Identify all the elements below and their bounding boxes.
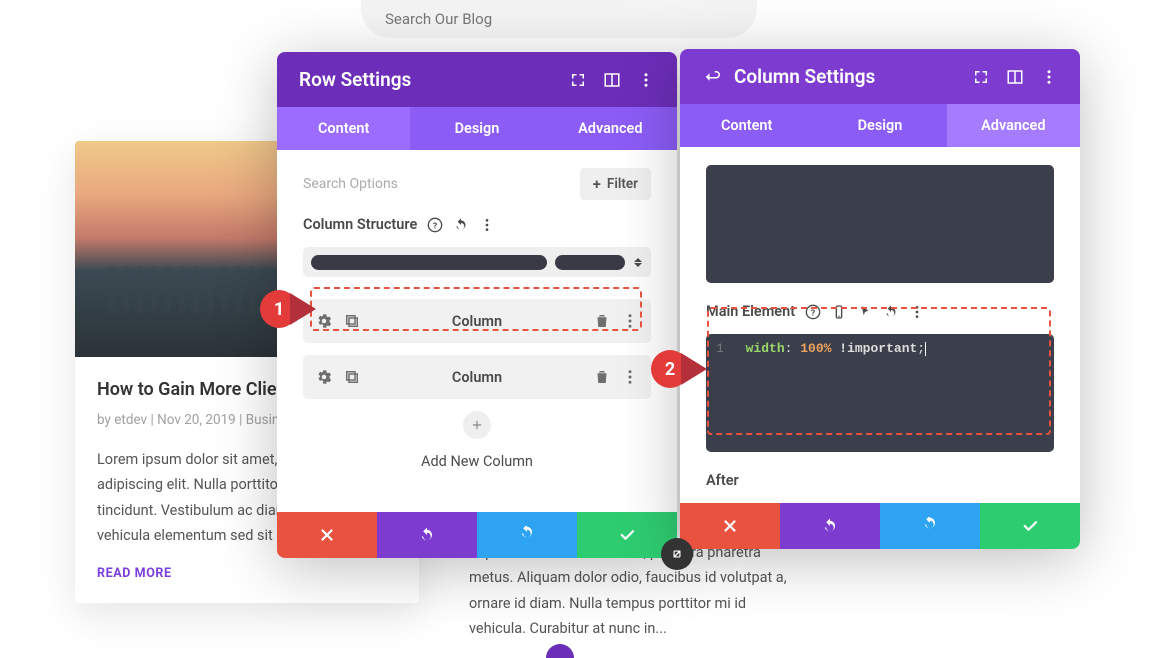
- col-panel-title: Column Settings: [734, 65, 958, 88]
- snap-icon[interactable]: [569, 71, 587, 89]
- annotation-callout-2: 2: [651, 350, 707, 388]
- help-icon[interactable]: ?: [427, 217, 443, 233]
- phone-icon[interactable]: [831, 304, 847, 320]
- filter-button[interactable]: + Filter: [580, 168, 651, 200]
- kebab-menu-icon[interactable]: [479, 217, 495, 233]
- reset-icon[interactable]: [453, 217, 469, 233]
- row-panel-header[interactable]: Row Settings: [277, 52, 677, 107]
- column-item-2[interactable]: Column: [303, 355, 651, 399]
- trash-icon[interactable]: [593, 368, 611, 386]
- row-tabs: Content Design Advanced: [277, 107, 677, 150]
- row-settings-panel: Row Settings Content Design Advanced Sea…: [277, 52, 677, 558]
- arrow-icon: [290, 293, 316, 325]
- search-placeholder: Search Our Blog: [385, 10, 492, 28]
- trash-icon[interactable]: [593, 312, 611, 330]
- column-settings-panel: Column Settings Content Design Advanced …: [680, 49, 1080, 549]
- col-panel-header[interactable]: Column Settings: [680, 49, 1080, 104]
- row-panel-body: Search Options + Filter Column Structure…: [277, 150, 677, 512]
- blog-search-input[interactable]: Search Our Blog: [361, 0, 757, 38]
- column-label: Column: [371, 369, 583, 386]
- snap-icon[interactable]: [972, 68, 990, 86]
- duplicate-icon[interactable]: [343, 312, 361, 330]
- redo-button[interactable]: [880, 503, 980, 549]
- structure-bar-wide: [311, 255, 547, 270]
- svg-text:?: ?: [433, 221, 437, 231]
- col-tabs: Content Design Advanced: [680, 104, 1080, 147]
- row-panel-title: Row Settings: [299, 68, 555, 91]
- tab-design[interactable]: Design: [410, 107, 543, 150]
- tab-design[interactable]: Design: [813, 104, 946, 147]
- plus-icon: +: [593, 175, 601, 193]
- annotation-callout-1: 1: [260, 290, 316, 328]
- kebab-menu-icon[interactable]: [1040, 68, 1058, 86]
- add-column-label: Add New Column: [303, 453, 651, 470]
- undo-button[interactable]: [780, 503, 880, 549]
- post-date: Nov 20, 2019: [157, 412, 236, 428]
- arrow-icon: [681, 353, 707, 385]
- cancel-button[interactable]: [680, 503, 780, 549]
- svg-text:?: ?: [811, 308, 815, 318]
- help-icon[interactable]: ?: [805, 304, 821, 320]
- text-caret: [925, 342, 926, 356]
- column-structure-label: Column Structure: [303, 216, 417, 233]
- row-panel-footer: [277, 512, 677, 558]
- structure-bar-narrow: [555, 255, 625, 270]
- col-panel-body: Main Element ? 1 width: 100% !important;…: [680, 147, 1080, 503]
- gear-icon[interactable]: [315, 312, 333, 330]
- search-options-input[interactable]: Search Options: [303, 170, 568, 198]
- tab-content[interactable]: Content: [680, 104, 813, 147]
- kebab-menu-icon[interactable]: [637, 71, 655, 89]
- add-column-button[interactable]: [463, 411, 491, 439]
- reset-icon[interactable]: [883, 304, 899, 320]
- undo-button[interactable]: [377, 512, 477, 558]
- gear-icon[interactable]: [315, 368, 333, 386]
- post-author-link[interactable]: etdev: [114, 412, 147, 428]
- code-important: !important: [839, 341, 917, 356]
- back-icon[interactable]: [702, 68, 720, 86]
- stepper-icon[interactable]: [633, 258, 643, 267]
- resize-handle[interactable]: [661, 538, 693, 570]
- col-panel-footer: [680, 503, 1080, 549]
- save-button[interactable]: [980, 503, 1080, 549]
- kebab-menu-icon[interactable]: [621, 312, 639, 330]
- hover-icon[interactable]: [857, 304, 873, 320]
- column-label: Column: [371, 313, 583, 330]
- before-css-editor[interactable]: [706, 165, 1054, 283]
- kebab-menu-icon[interactable]: [621, 368, 639, 386]
- wireframe-icon[interactable]: [1006, 68, 1024, 86]
- cancel-button[interactable]: [277, 512, 377, 558]
- wireframe-icon[interactable]: [603, 71, 621, 89]
- read-more-link[interactable]: READ MORE: [97, 566, 172, 581]
- kebab-menu-icon[interactable]: [909, 304, 925, 320]
- tab-content[interactable]: Content: [277, 107, 410, 150]
- tab-advanced[interactable]: Advanced: [544, 107, 677, 150]
- column-item-1[interactable]: Column: [303, 299, 651, 343]
- column-structure-selector[interactable]: [303, 247, 651, 277]
- main-element-css-editor[interactable]: 1 width: 100% !important;: [706, 334, 1054, 452]
- section-add-handle[interactable]: [546, 644, 574, 658]
- main-element-label: Main Element: [706, 303, 795, 320]
- redo-button[interactable]: [477, 512, 577, 558]
- code-line-number: 1: [716, 341, 730, 356]
- duplicate-icon[interactable]: [343, 368, 361, 386]
- code-property: width: [746, 341, 785, 356]
- after-label: After: [706, 472, 739, 489]
- code-value: 100%: [800, 341, 831, 356]
- tab-advanced[interactable]: Advanced: [947, 104, 1080, 147]
